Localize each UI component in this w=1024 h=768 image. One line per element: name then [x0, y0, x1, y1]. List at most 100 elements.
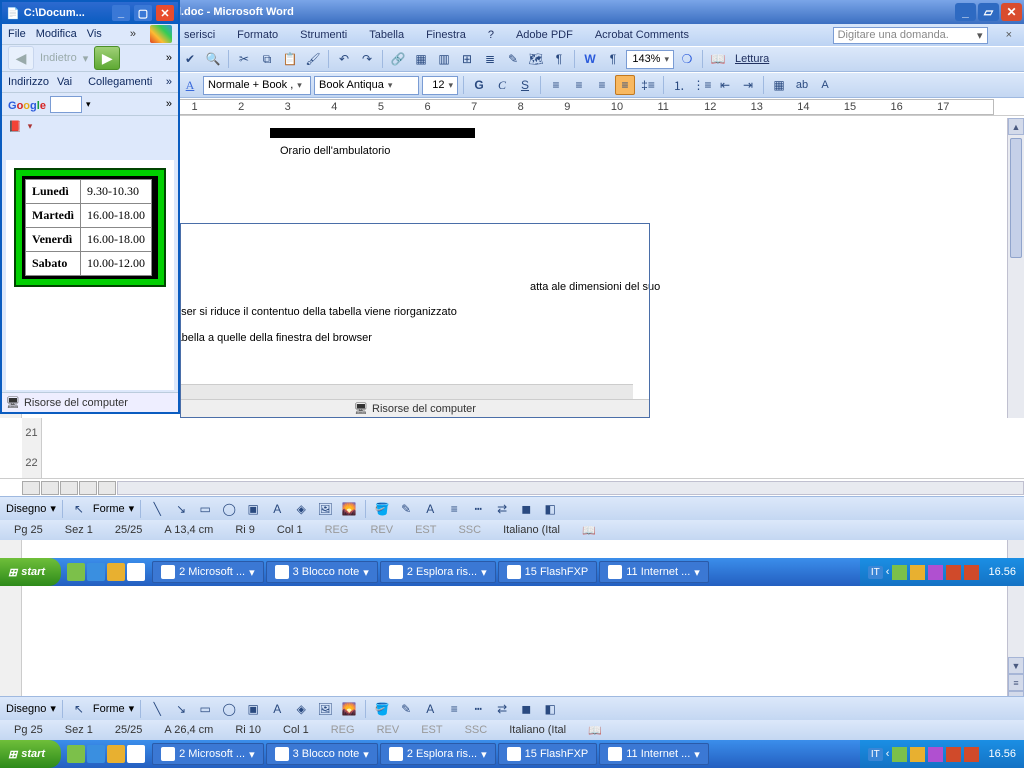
fill-color-icon[interactable]: 🪣	[372, 699, 392, 719]
ie-nav-toolbar[interactable]: ◀ Indietro ▾ ▶ »	[2, 44, 178, 72]
show-marks-icon[interactable]: ¶	[549, 49, 569, 69]
embedded-h-scroll[interactable]	[181, 384, 633, 400]
arrow-icon[interactable]: ↘	[171, 699, 191, 719]
menu-strumenti[interactable]: Strumenti	[296, 27, 351, 43]
docmap-icon[interactable]: 🗺	[526, 49, 546, 69]
tables-borders-icon[interactable]: ▦	[411, 49, 431, 69]
diagram-icon[interactable]: ◈	[291, 699, 311, 719]
ie-menubar[interactable]: File Modifica Vis »	[2, 24, 178, 44]
prev-page-icon[interactable]: ≡	[1008, 674, 1024, 691]
menu-adobe-pdf[interactable]: Adobe PDF	[512, 27, 577, 43]
tray-icon[interactable]	[946, 565, 961, 580]
task-word[interactable]: 2 Microsoft ...▾	[152, 743, 264, 765]
line-icon[interactable]: ╲	[147, 699, 167, 719]
drawing-icon[interactable]: ✎	[503, 49, 523, 69]
clock[interactable]: 16.56	[982, 748, 1016, 760]
menu-formato[interactable]: Formato	[233, 27, 282, 43]
scroll-thumb[interactable]	[1010, 138, 1022, 258]
quick-launch[interactable]	[61, 745, 151, 763]
research-icon[interactable]: 🔍	[203, 49, 223, 69]
taskbar[interactable]: ⊞start 2 Microsoft ...▾ 3 Blocco note▾ 2…	[0, 740, 1024, 768]
google-logo-icon[interactable]: Google	[8, 97, 46, 112]
highlight-icon[interactable]: ab	[792, 75, 812, 95]
zoom-select[interactable]: 143%▾	[626, 50, 674, 69]
task-ie[interactable]: 11 Internet ...▾	[599, 561, 709, 583]
ie-maximize-button[interactable]: ▢	[134, 5, 152, 21]
start-button[interactable]: ⊞start	[0, 558, 61, 586]
columns-icon[interactable]: ≣	[480, 49, 500, 69]
task-flashfxp[interactable]: 15 FlashFXP	[498, 561, 598, 583]
tray-icon[interactable]	[892, 747, 907, 762]
align-right-icon[interactable]: ≡	[592, 75, 612, 95]
task-ie[interactable]: 11 Internet ...▾	[599, 743, 709, 765]
reading-layout-icon[interactable]: 📖	[708, 49, 728, 69]
ql-icon[interactable]	[87, 745, 105, 763]
oval-icon[interactable]: ◯	[219, 699, 239, 719]
copy-icon[interactable]: ⧉	[257, 49, 277, 69]
bold-button[interactable]: G	[469, 75, 489, 95]
ql-icon[interactable]	[87, 563, 105, 581]
excel-icon[interactable]: ⊞	[457, 49, 477, 69]
undo-icon[interactable]: ↶	[334, 49, 354, 69]
task-explorer[interactable]: 2 Esplora ris...▾	[380, 743, 496, 765]
google-toolbar[interactable]: Google ▾ »	[2, 92, 178, 116]
start-button[interactable]: ⊞start	[0, 740, 61, 768]
maximize-button[interactable]: ▱	[978, 3, 999, 21]
autoshapes-menu[interactable]: Forme	[93, 703, 125, 715]
dash-style-icon[interactable]: ┅	[468, 699, 488, 719]
font-select[interactable]: Book Antiqua▾	[314, 76, 419, 95]
task-explorer[interactable]: 2 Esplora ris...▾	[380, 561, 496, 583]
tray-icon[interactable]	[910, 565, 925, 580]
task-word[interactable]: 2 Microsoft ...▾	[152, 561, 264, 583]
word-icon[interactable]: W	[580, 49, 600, 69]
ql-icon[interactable]	[107, 745, 125, 763]
ie-page-content[interactable]: Lunedì9.30-10.30 Martedì16.00-18.00 Vene…	[6, 160, 174, 390]
drawing-toolbar[interactable]: Disegno▾ ↖ Forme▾ ╲ ↘ ▭ ◯ ▣ A ◈ 🖼 🌄 🪣 ✎ …	[0, 696, 1024, 720]
font-color-icon[interactable]: A	[815, 75, 835, 95]
system-tray[interactable]: IT ‹ 16.56	[860, 740, 1024, 768]
task-notepad[interactable]: 3 Blocco note▾	[266, 561, 378, 583]
wordart-icon[interactable]: A	[267, 699, 287, 719]
menu-acrobat-comments[interactable]: Acrobat Comments	[591, 27, 693, 43]
hyperlink-icon[interactable]: 🔗	[388, 49, 408, 69]
bullets-icon[interactable]: ⋮≡	[692, 75, 712, 95]
chevron-right-icon[interactable]: »	[130, 28, 136, 40]
chevron-right-icon[interactable]: »	[166, 52, 172, 64]
increase-indent-icon[interactable]: ⇥	[738, 75, 758, 95]
textbox-icon[interactable]: ▣	[243, 699, 263, 719]
size-select[interactable]: 12▾	[422, 76, 458, 95]
taskbar-upper[interactable]: ⊞start 2 Microsoft ...▾ 3 Blocco note▾ 2…	[0, 558, 1024, 586]
ie-menu-edit[interactable]: Modifica	[36, 28, 77, 40]
menu-tabella[interactable]: Tabella	[365, 27, 408, 43]
close-button[interactable]: ✕	[1001, 3, 1022, 21]
ati-icon[interactable]	[964, 565, 979, 580]
draw-menu[interactable]: Disegno	[6, 703, 46, 715]
italic-button[interactable]: C	[492, 75, 512, 95]
format-painter-icon[interactable]: 🖌	[303, 49, 323, 69]
numbering-icon[interactable]: ⒈	[669, 75, 689, 95]
tray-icon[interactable]	[928, 565, 943, 580]
clock[interactable]: 16.56	[982, 566, 1016, 578]
tray-icon[interactable]	[928, 747, 943, 762]
scroll-down-arrow[interactable]: ▼	[1008, 657, 1024, 674]
ie-close-button[interactable]: ✕	[156, 5, 174, 21]
picture-icon[interactable]: 🌄	[339, 699, 359, 719]
insert-table-icon[interactable]: ▥	[434, 49, 454, 69]
system-tray[interactable]: IT ‹ 16.56	[860, 558, 1024, 586]
task-flashfxp[interactable]: 15 FlashFXP	[498, 743, 598, 765]
ql-icon[interactable]	[107, 563, 125, 581]
ie-address-bar[interactable]: Indirizzo Vai Collegamenti »	[2, 72, 178, 92]
align-left-icon[interactable]: ≡	[546, 75, 566, 95]
ql-icon[interactable]	[127, 745, 145, 763]
vertical-scrollbar[interactable]: ▲ ▼ ≡ ≡	[1007, 118, 1024, 708]
ask-question-box[interactable]: Digitare una domanda. ▾	[833, 27, 988, 44]
arrow-style-icon[interactable]: ⇄	[492, 699, 512, 719]
tray-icon[interactable]	[892, 565, 907, 580]
ie-minimize-button[interactable]: _	[112, 5, 130, 21]
minimize-button[interactable]: _	[955, 3, 976, 21]
underline-button[interactable]: S	[515, 75, 535, 95]
ql-icon[interactable]	[67, 745, 85, 763]
ie-menu-file[interactable]: File	[8, 28, 26, 40]
paste-icon[interactable]: 📋	[280, 49, 300, 69]
chevron-right-icon[interactable]: »	[166, 98, 172, 110]
